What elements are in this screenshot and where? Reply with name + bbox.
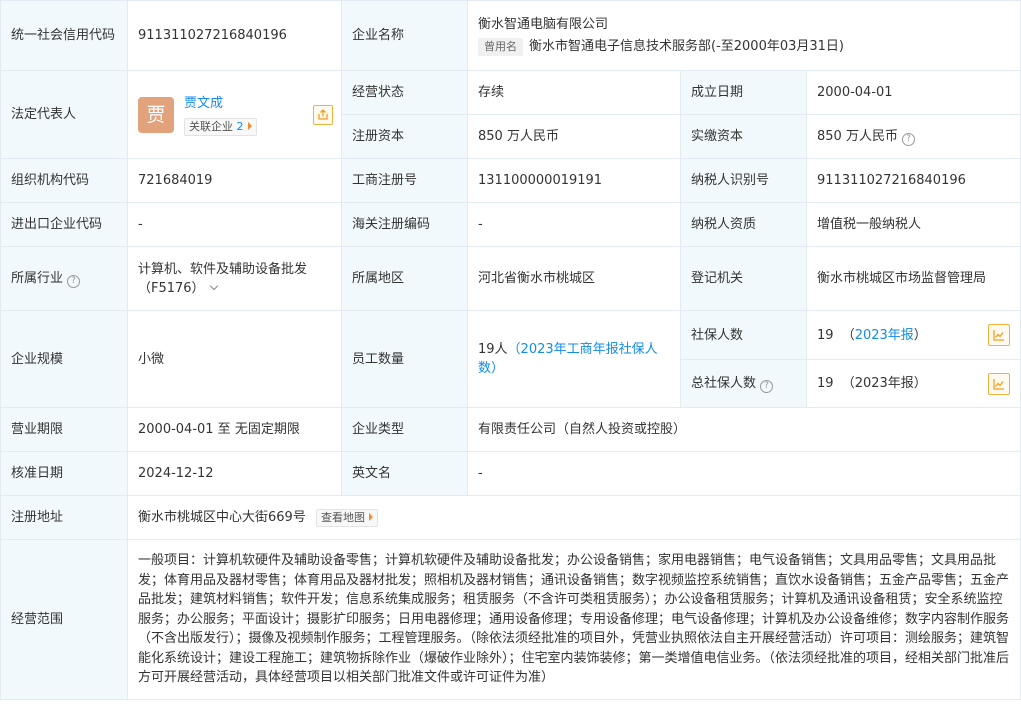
- view-map-label: 查看地图: [320, 511, 365, 524]
- total-social-insured-note: （2023年报）: [841, 376, 927, 391]
- label-region: 所属地区: [341, 246, 468, 311]
- caret-right-icon: [368, 513, 373, 521]
- value-english-name: -: [466, 451, 1021, 496]
- company-info-table: 统一社会信用代码 911311027216840196 企业名称 衡水智通电脑有…: [0, 0, 1021, 700]
- label-english-name: 英文名: [341, 451, 468, 496]
- label-biz-term: 营业期限: [0, 407, 128, 452]
- label-customs-code: 海关注册编码: [341, 202, 468, 247]
- label-import-export-code: 进出口企业代码: [0, 202, 128, 247]
- value-region: 河北省衡水市桃城区: [467, 246, 681, 311]
- label-company-name: 企业名称: [341, 0, 468, 71]
- label-total-social-insured-cell: 总社保人数?: [680, 359, 807, 408]
- chevron-down-icon[interactable]: [209, 281, 218, 290]
- label-employees: 员工数量: [341, 310, 468, 408]
- label-taxpayer-qual: 纳税人资质: [680, 202, 807, 247]
- employees-count: 19人: [478, 342, 508, 357]
- value-company-name-cell: 衡水智通电脑有限公司 曾用名 衡水市智通电子信息技术服务部(-至2000年03月3…: [466, 0, 1021, 71]
- label-company-type: 企业类型: [341, 407, 468, 452]
- label-industry-cell: 所属行业?: [0, 246, 128, 311]
- former-name-tag: 曾用名: [478, 37, 523, 56]
- value-reg-address-cell: 衡水市桃城区中心大街669号 查看地图: [126, 495, 1021, 540]
- value-biz-term: 2000-04-01 至 无固定期限: [127, 407, 342, 452]
- value-credit-code: 911311027216840196: [127, 0, 342, 71]
- legal-rep-block: 贾 贾文成 关联企业 2: [138, 94, 333, 136]
- caret-right-icon: [247, 121, 252, 130]
- social-insured-paren-close: ）: [913, 327, 927, 343]
- related-companies-button[interactable]: 关联企业 2: [184, 117, 257, 136]
- label-industry: 所属行业: [11, 271, 64, 286]
- avatar[interactable]: 贾: [138, 96, 174, 133]
- company-name: 衡水智通电脑有限公司: [478, 16, 609, 32]
- value-biz-reg-no: 131100000019191: [467, 158, 681, 203]
- value-total-social-insured-cell: 19 （2023年报）: [805, 359, 1021, 408]
- value-import-export-code: -: [127, 202, 342, 247]
- label-reg-authority: 登记机关: [680, 246, 807, 311]
- question-circle-icon[interactable]: ?: [901, 133, 915, 146]
- label-biz-scope: 经营范围: [0, 539, 128, 700]
- view-map-button[interactable]: 查看地图: [315, 509, 378, 527]
- related-companies-label: 关联企业: [189, 119, 233, 133]
- value-reg-authority: 衡水市桃城区市场监督管理局: [805, 246, 1021, 311]
- social-insured-count: 19: [817, 327, 834, 343]
- label-credit-code: 统一社会信用代码: [0, 0, 128, 71]
- value-scale: 小微: [127, 310, 342, 408]
- value-paid-capital-cell: 850 万人民币?: [805, 114, 1021, 159]
- label-founded: 成立日期: [680, 70, 807, 115]
- value-industry-cell[interactable]: 计算机、软件及辅助设备批发（F5176）: [127, 246, 342, 311]
- social-insured-report-link[interactable]: 2023年报: [855, 328, 914, 343]
- value-reg-capital: 850 万人民币: [467, 114, 681, 159]
- label-taxpayer-id: 纳税人识别号: [680, 158, 807, 203]
- value-customs-code: -: [467, 202, 681, 247]
- value-reg-address: 衡水市桃城区中心大街669号: [138, 510, 306, 525]
- label-biz-reg-no: 工商注册号: [341, 158, 468, 203]
- value-company-type: 有限责任公司（自然人投资或控股）: [466, 407, 1021, 452]
- line-chart-icon[interactable]: [988, 372, 1011, 395]
- label-org-code: 组织机构代码: [0, 158, 128, 203]
- label-legal-rep: 法定代表人: [0, 70, 128, 159]
- value-approval-date: 2024-12-12: [127, 451, 342, 496]
- label-total-social-insured: 总社保人数: [691, 376, 757, 391]
- label-reg-address: 注册地址: [0, 495, 128, 540]
- value-org-code: 721684019: [127, 158, 342, 203]
- former-name-row: 曾用名 衡水市智通电子信息技术服务部(-至2000年03月31日): [478, 36, 1010, 58]
- line-chart-icon[interactable]: [988, 324, 1011, 346]
- value-biz-scope: 一般项目：计算机软硬件及辅助设备零售；计算机软硬件及辅助设备批发；办公设备销售；…: [126, 539, 1021, 700]
- value-status: 存续: [467, 70, 681, 115]
- total-social-insured-count: 19: [817, 376, 834, 391]
- label-social-insured: 社保人数: [680, 310, 807, 360]
- value-social-insured-cell: 19 （2023年报）: [805, 310, 1021, 360]
- value-legal-rep-cell: 贾 贾文成 关联企业 2: [127, 70, 342, 159]
- label-scale: 企业规模: [0, 310, 128, 408]
- value-taxpayer-qual: 增值税一般纳税人: [805, 202, 1021, 247]
- social-insured-paren-open: （: [841, 327, 855, 343]
- value-employees-cell: 19人（2023年工商年报社保人数）: [467, 310, 681, 408]
- related-companies-count: 2: [236, 119, 244, 133]
- label-reg-capital: 注册资本: [341, 114, 468, 159]
- value-taxpayer-id: 911311027216840196: [805, 158, 1021, 203]
- label-status: 经营状态: [341, 70, 468, 115]
- label-approval-date: 核准日期: [0, 451, 128, 496]
- value-industry: 计算机、软件及辅助设备批发（F5176）: [138, 261, 308, 296]
- share-export-icon[interactable]: [313, 104, 333, 125]
- legal-rep-text: 贾文成 关联企业 2: [184, 94, 257, 136]
- legal-rep-name-link[interactable]: 贾文成: [184, 94, 257, 114]
- label-paid-capital: 实缴资本: [680, 114, 807, 159]
- value-paid-capital: 850 万人民币: [817, 129, 898, 144]
- question-circle-icon[interactable]: ?: [760, 380, 774, 393]
- question-circle-icon[interactable]: ?: [67, 275, 81, 288]
- value-founded: 2000-04-01: [805, 70, 1021, 115]
- former-name: 衡水市智通电子信息技术服务部(-至2000年03月31日): [529, 38, 845, 54]
